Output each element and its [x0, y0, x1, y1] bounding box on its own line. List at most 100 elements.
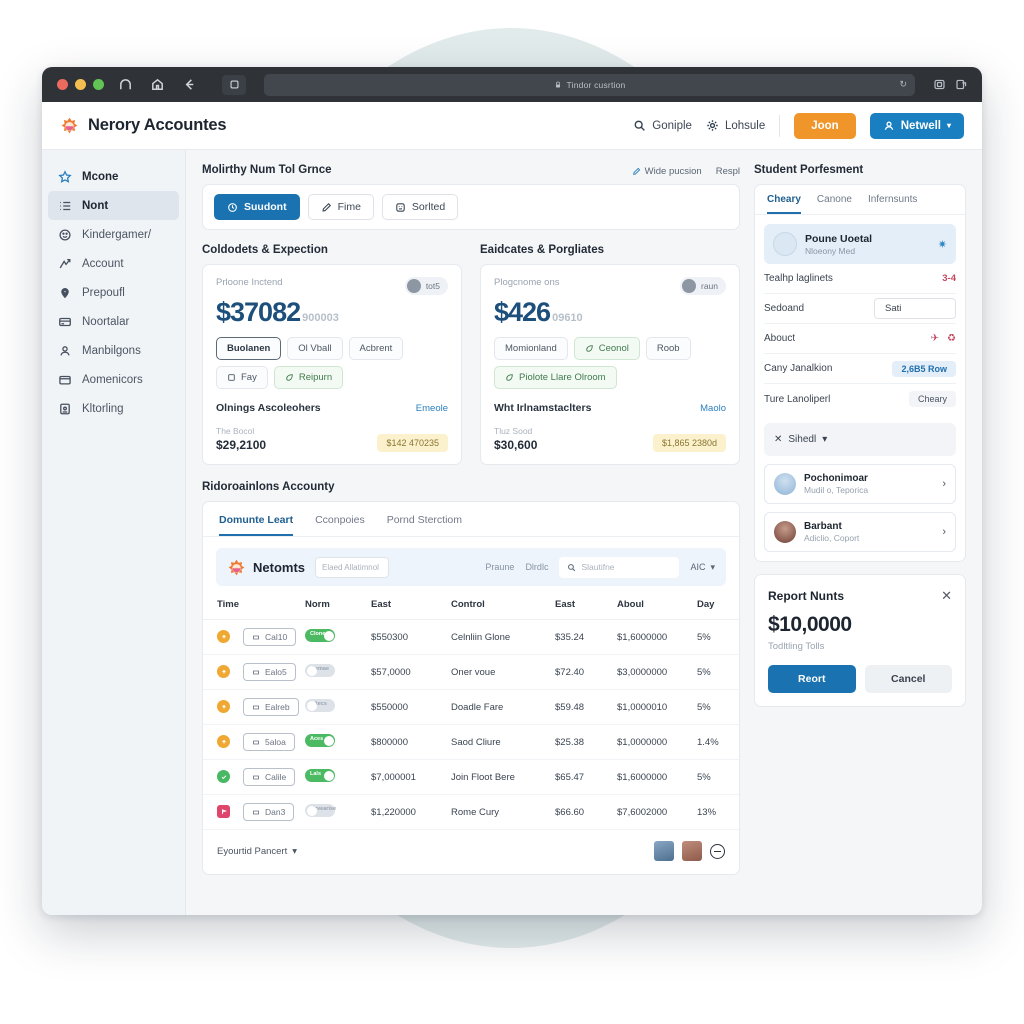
row-pill-button[interactable]: 5aloa — [243, 733, 295, 751]
toolbar-link-dlrdlc[interactable]: Dlrdlc — [525, 562, 548, 572]
col-norm[interactable]: Norm — [305, 590, 372, 620]
maximize-window-button[interactable] — [93, 79, 104, 90]
tab-pornd-sterctiom[interactable]: Pornd Sterctiom — [387, 514, 462, 536]
header-link-search[interactable]: Goniple — [633, 119, 692, 132]
sidebar-toggle-icon[interactable] — [933, 78, 946, 91]
person-card-barbant[interactable]: Barbant Adiclio, Coport › — [764, 512, 956, 552]
col-day[interactable]: Day — [697, 590, 739, 620]
table-search-input[interactable]: Slautifne — [559, 556, 680, 578]
tab-cheary[interactable]: Cheary — [767, 194, 801, 214]
col-east-1[interactable]: East — [371, 590, 452, 620]
home-icon[interactable] — [146, 74, 168, 96]
address-bar[interactable]: Tindor cusrtion ↻ — [264, 73, 915, 96]
tab-infernsunts[interactable]: Infernsunts — [868, 194, 917, 214]
toolbar-link-praune[interactable]: Praune — [485, 562, 514, 572]
sidebar-item-nont[interactable]: Nont — [48, 191, 179, 220]
col-east-2[interactable]: East — [555, 590, 617, 620]
send-icon[interactable]: ✈ — [931, 333, 939, 344]
stat-tag[interactable]: Reipurn — [273, 366, 344, 389]
person-card-pochonimoar[interactable]: Pochonimoar Mudil o, Teporica › — [764, 464, 956, 504]
table-row[interactable]: 5aloa Aces $800000 Saod Cliure $25.38 $1… — [203, 724, 739, 760]
tab-domunte-leart[interactable]: Domunte Leart — [219, 514, 294, 536]
filter-chip-fime[interactable]: Fime — [307, 194, 374, 220]
stat-tag[interactable]: Acbrent — [348, 337, 404, 360]
table-row[interactable]: Dan3 Brvearise $1,220000 Rome Cury $66.6… — [203, 794, 739, 830]
detail-input[interactable]: Sati — [874, 298, 956, 319]
stat-tag[interactable]: Ol Vball — [287, 337, 343, 360]
row-pill-button[interactable]: Cal10 — [243, 628, 297, 646]
sidebar-item-mcone[interactable]: Mcone — [48, 162, 179, 191]
row-pill-button[interactable]: Calile — [243, 768, 296, 786]
arc-icon[interactable] — [114, 74, 136, 96]
tab-canone[interactable]: Canone — [817, 194, 852, 214]
stat-tag[interactable]: Momionland — [494, 337, 568, 360]
sidebar-item-aomenicors[interactable]: Aomenicors — [48, 365, 179, 394]
detail-icons[interactable]: ✈ ♻ — [931, 333, 956, 344]
table-row[interactable]: Cal10 Clone $550300 Celnliin Glone $35.2… — [203, 619, 739, 655]
minus-circle-icon[interactable] — [710, 843, 725, 859]
sidebar-item-kltorling[interactable]: Kltorling — [48, 394, 179, 423]
col-time[interactable]: Time — [203, 590, 244, 620]
share-icon[interactable] — [955, 78, 968, 91]
table-section-title: Ridoroainlons Accounty — [202, 481, 335, 493]
highlight-row[interactable]: Poune Uoetal Nloeony Med ✷ — [764, 224, 956, 264]
row-toggle[interactable]: Aces — [305, 734, 336, 747]
filter-chip-suudont[interactable]: Suudont — [214, 194, 300, 220]
close-icon[interactable]: ✕ — [941, 588, 952, 604]
school-select[interactable]: ✕ Sihedl ▾ — [764, 423, 956, 456]
table-row[interactable]: Ealo5 Demae $57,0000 Oner voue $72.40 $3… — [203, 654, 739, 690]
row-toggle[interactable]: Litecs — [305, 699, 336, 712]
row-pill-button[interactable]: Ealreb — [243, 698, 299, 716]
table-row[interactable]: Calile Lals $7,000001 Join Floot Bere $6… — [203, 759, 739, 795]
stat-tag[interactable]: Buolanen — [216, 337, 282, 360]
sidebar-item-manbilgons[interactable]: Manbilgons — [48, 336, 179, 365]
chevron-right-icon[interactable]: › — [942, 526, 946, 538]
back-arrow-icon[interactable] — [178, 74, 200, 96]
stat-tag[interactable]: Ceonol — [573, 337, 640, 360]
filter-chip-sorlted[interactable]: Sorlted — [381, 194, 459, 220]
stat-card-sub-link[interactable]: Maolo — [700, 403, 726, 414]
close-window-button[interactable] — [57, 79, 68, 90]
sidebar-item-kindergamer[interactable]: Kindergamer/ — [48, 220, 179, 249]
stat-tag[interactable]: Fay — [216, 366, 268, 389]
row-toggle[interactable]: Demae — [305, 664, 336, 677]
stat-card-sub-link[interactable]: Emeole — [416, 403, 448, 414]
row-pill-button[interactable]: Ealo5 — [243, 663, 296, 681]
stat-tag-label: Roob — [656, 343, 680, 354]
account-button[interactable]: Netwell ▾ — [869, 112, 964, 139]
top-link-respl[interactable]: Respl — [716, 166, 740, 177]
stat-card-avatar-pill[interactable]: tot5 — [404, 277, 448, 295]
row-pill-button[interactable]: Dan3 — [243, 803, 295, 821]
primary-action-button[interactable]: Joon — [794, 112, 856, 139]
table-toolbar-input[interactable]: Elaed Allatimnol — [315, 556, 390, 578]
stat-tag[interactable]: Piolote Llare Olroom — [494, 366, 617, 389]
sparkle-icon[interactable]: ✷ — [938, 238, 947, 251]
address-bar-text: Tindor cusrtion — [566, 79, 626, 90]
table-sort-select[interactable]: AIC ▾ — [690, 562, 715, 573]
report-submit-button[interactable]: Reort — [768, 665, 856, 693]
reload-icon[interactable]: ↻ — [899, 79, 907, 90]
tab-cconpoies[interactable]: Cconpoies — [315, 514, 365, 536]
chevron-right-icon[interactable]: › — [942, 478, 946, 490]
recycle-icon[interactable]: ♻ — [947, 333, 956, 344]
brand[interactable]: Nerory Accountes — [60, 116, 227, 135]
window-controls[interactable] — [52, 79, 104, 90]
stat-card-avatar-pill[interactable]: raun — [679, 277, 726, 295]
report-cancel-button[interactable]: Cancel — [864, 665, 952, 693]
close-icon[interactable]: ✕ — [774, 434, 782, 445]
row-toggle[interactable]: Clone — [305, 629, 336, 642]
col-aboul[interactable]: Aboul — [617, 590, 697, 620]
col-control[interactable]: Control — [451, 590, 555, 620]
table-footer-select[interactable]: Eyourtid Pancert ▾ — [217, 846, 297, 857]
header-link-settings[interactable]: Lohsule — [706, 119, 765, 132]
sidebar-item-account[interactable]: Account — [48, 249, 179, 278]
sidebar-item-prepoufl[interactable]: Prepoufl — [48, 278, 179, 307]
table-row[interactable]: Ealreb Litecs $550000 Doadle Fare $59.48… — [203, 689, 739, 725]
top-link-wide-position[interactable]: Wide pucsion — [632, 166, 702, 177]
sidebar-item-noortalar[interactable]: Noortalar — [48, 307, 179, 336]
new-tab-button[interactable] — [222, 74, 246, 95]
row-toggle[interactable]: Brvearise — [305, 804, 336, 817]
stat-tag[interactable]: Roob — [645, 337, 691, 360]
minimize-window-button[interactable] — [75, 79, 86, 90]
row-toggle[interactable]: Lals — [305, 769, 336, 782]
